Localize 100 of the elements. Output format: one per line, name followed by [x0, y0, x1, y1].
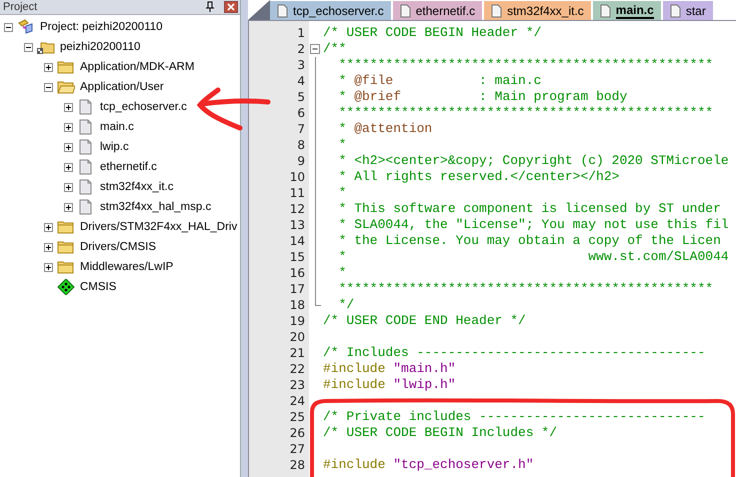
expand-icon[interactable]	[44, 262, 53, 272]
close-button[interactable]	[224, 1, 238, 13]
expand-icon[interactable]	[44, 62, 53, 72]
expand-icon[interactable]	[64, 202, 73, 212]
collapse-icon[interactable]	[309, 41, 323, 57]
collapse-icon[interactable]	[4, 22, 13, 32]
expand-icon[interactable]	[64, 182, 73, 192]
file-icon	[400, 4, 411, 18]
code-line: /* Includes -------------------------------------	[323, 345, 706, 361]
file-tab[interactable]: tcp_echoserver.c	[270, 1, 391, 20]
code-line: ************************************************	[338, 57, 714, 73]
file-tab[interactable]: star	[662, 1, 713, 20]
tree-item-label[interactable]: CMSIS	[80, 281, 116, 293]
line-number: 15	[288, 249, 306, 265]
collapse-icon[interactable]	[44, 82, 53, 92]
tree-item-label[interactable]: Application/MDK-ARM	[80, 61, 194, 73]
code-line: /* USER CODE BEGIN Includes */	[323, 425, 558, 441]
code-line: /**	[323, 41, 346, 57]
expand-icon[interactable]	[44, 242, 53, 252]
line-number: 14	[288, 233, 306, 249]
line-number: 5	[296, 89, 306, 105]
open-folder-icon	[57, 79, 75, 95]
tree-item-label[interactable]: stm32f4xx_hal_msp.c	[100, 201, 212, 213]
line-number: 10	[288, 169, 306, 185]
line-number: 2	[296, 41, 306, 57]
code-line: * @brief : Main program body	[338, 89, 628, 105]
code-line: * This software component is licensed by ST under	[338, 201, 721, 217]
code-line: * @attention	[338, 121, 432, 137]
file-tab[interactable]: stm32f4xx_it.c	[484, 1, 591, 20]
line-number: 1	[296, 25, 306, 41]
expand-icon[interactable]	[44, 222, 53, 232]
folder-icon	[57, 259, 75, 275]
code-line: #include "lwip.h"	[323, 377, 456, 393]
file-icon	[491, 4, 502, 18]
file-icon	[277, 4, 288, 18]
tree-item-label[interactable]: peizhi20200110	[60, 41, 140, 53]
expand-icon[interactable]	[64, 142, 73, 152]
component-icon	[57, 279, 75, 295]
expand-icon[interactable]	[64, 122, 73, 132]
line-number: 7	[296, 121, 306, 137]
close-icon	[227, 3, 235, 11]
file-icon	[670, 4, 681, 18]
tree-item-label[interactable]: tcp_echoserver.c	[100, 101, 187, 113]
code-line: /* USER CODE END Header */	[323, 313, 526, 329]
line-number: 20	[288, 329, 306, 345]
line-number: 11	[288, 185, 306, 201]
line-number: 19	[288, 313, 306, 329]
code-line: * @file : main.c	[338, 73, 542, 89]
line-number: 17	[288, 281, 306, 297]
code-line: ************************************************	[338, 105, 714, 121]
tree-item-label[interactable]: main.c	[100, 121, 134, 133]
code-line: *	[338, 265, 346, 281]
code-line: #include "main.h"	[323, 361, 456, 377]
expand-icon[interactable]	[64, 162, 73, 172]
code-line: *	[338, 185, 346, 201]
line-number: 6	[296, 105, 306, 121]
code-line: * <h2><center>&copy; Copyright (c) 2020 STMicroele	[338, 153, 729, 169]
code-line: #include "tcp_echoserver.h"	[323, 457, 534, 473]
line-number: 25	[288, 409, 306, 425]
tree-item-label[interactable]: Middlewares/LwIP	[80, 261, 174, 273]
pin-icon[interactable]	[204, 1, 216, 13]
line-number: 22	[288, 361, 306, 377]
tree-item-label[interactable]: Drivers/STM32F4xx_HAL_Driv	[80, 221, 238, 233]
line-number: 3	[296, 57, 306, 73]
collapse-icon[interactable]	[24, 42, 33, 52]
code-line: * www.st.com/SLA0044	[338, 249, 729, 265]
folder-icon	[57, 219, 75, 235]
line-number: 28	[288, 457, 306, 473]
tree-item-label[interactable]: ethernetif.c	[100, 161, 157, 173]
line-number: 8	[296, 137, 306, 153]
file-icon	[600, 4, 611, 18]
code-line: /* USER CODE BEGIN Header */	[323, 25, 542, 41]
tree-item-label[interactable]: lwip.c	[100, 141, 129, 153]
code-line: * All rights reserved.</center></h2>	[338, 169, 620, 185]
tab-bar-corner	[248, 0, 270, 20]
tree-item-label[interactable]: Drivers/CMSIS	[80, 241, 156, 253]
line-number: 24	[288, 393, 306, 409]
tree-item-label[interactable]: stm32f4xx_it.c	[100, 181, 174, 193]
line-number: 12	[288, 201, 306, 217]
folder-icon	[57, 59, 75, 75]
line-number: 13	[288, 217, 306, 233]
expand-icon[interactable]	[64, 102, 73, 112]
line-number: 16	[288, 265, 306, 281]
line-number: 4	[296, 73, 306, 89]
file-tab[interactable]: ethernetif.c	[392, 1, 482, 20]
code-line: * the License. You may obtain a copy of the Licen	[338, 233, 721, 249]
folder-icon	[57, 239, 75, 255]
tree-item-label[interactable]: Project: peizhi20200110	[40, 21, 163, 33]
line-number: 23	[288, 377, 306, 393]
panel-title: Project	[3, 1, 38, 13]
line-number: 9	[296, 153, 306, 169]
file-tab[interactable]: main.c	[592, 1, 661, 20]
line-number: 27	[288, 441, 306, 457]
code-line: ************************************************	[338, 281, 714, 297]
code-line: /* Private includes -----------------------------	[323, 409, 706, 425]
line-number: 21	[288, 345, 306, 361]
project-icon	[17, 19, 35, 35]
line-number: 18	[288, 297, 306, 313]
code-line: * SLA0044, the "License"; You may not use this fil	[338, 217, 729, 233]
tree-item-label[interactable]: Application/User	[80, 81, 164, 93]
